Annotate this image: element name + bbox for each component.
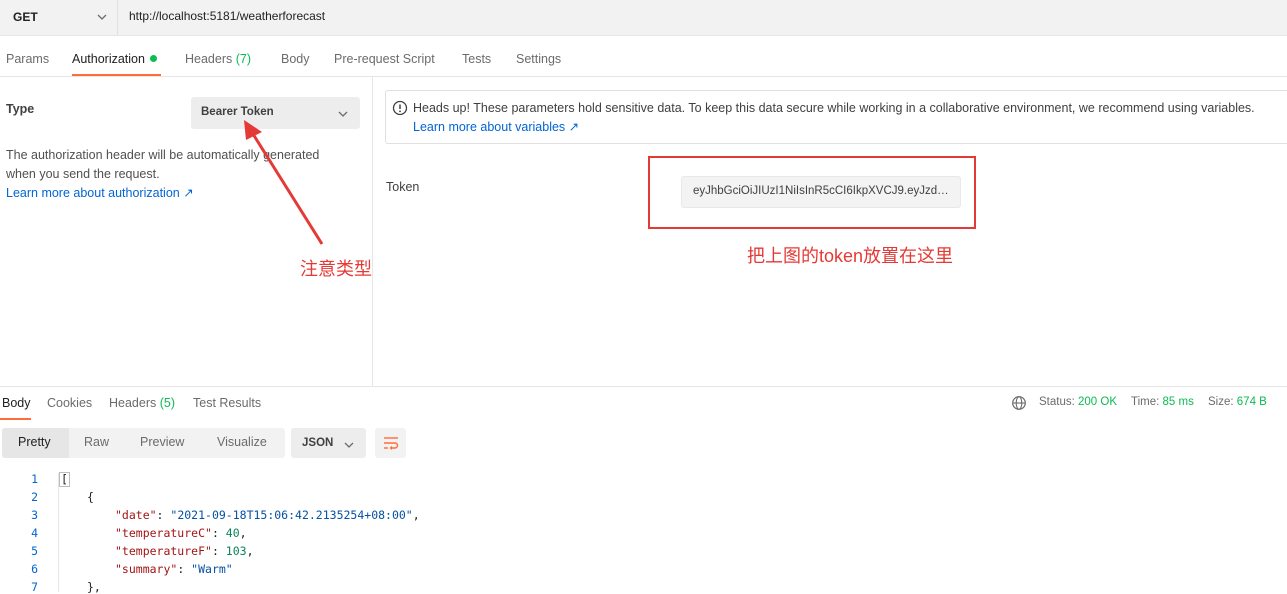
line-number: 5 <box>31 544 38 558</box>
response-tab-headers-label: Headers <box>109 396 157 410</box>
tab-settings[interactable]: Settings <box>516 52 561 66</box>
time-label: Time: <box>1131 396 1160 408</box>
method-label: GET <box>13 10 38 24</box>
response-tab-cookies[interactable]: Cookies <box>47 396 92 410</box>
format-tab-pretty[interactable]: Pretty <box>18 435 51 449</box>
json-format-select[interactable]: JSON <box>291 428 366 458</box>
status-label: Status: <box>1039 396 1075 408</box>
wrap-lines-icon <box>383 436 399 455</box>
response-status: Status: 200 OK <box>1039 396 1117 408</box>
response-tab-body[interactable]: Body <box>2 396 31 410</box>
chevron-down-icon <box>96 10 108 28</box>
code-key: "date" <box>115 508 157 522</box>
code-indent-guide <box>58 473 59 592</box>
format-tab-group: Pretty Raw Preview Visualize <box>2 428 285 458</box>
tab-headers-label: Headers <box>185 52 233 66</box>
divider <box>0 386 1287 387</box>
code-line-temperaturef: "temperatureF": 103, <box>115 544 254 558</box>
chevron-down-icon <box>343 438 355 456</box>
panel-divider <box>372 77 373 386</box>
status-value: 200 OK <box>1078 396 1118 408</box>
size-label: Size: <box>1208 396 1234 408</box>
code-string-value: "2021-09-18T15:06:42.2135254+08:00" <box>170 508 413 522</box>
line-number: 4 <box>31 526 38 540</box>
code-line-temperaturec: "temperatureC": 40, <box>115 526 247 540</box>
tab-body[interactable]: Body <box>281 52 310 66</box>
code-key: "summary" <box>115 562 178 576</box>
tab-params[interactable]: Params <box>6 52 49 66</box>
line-number: 6 <box>31 562 38 576</box>
learn-more-authorization-link[interactable]: Learn more about authorization ↗ <box>6 185 194 200</box>
status-dot-icon <box>149 55 157 62</box>
auth-type-label: Type <box>6 102 35 116</box>
tab-headers[interactable]: Headers (7) <box>185 52 251 66</box>
line-number: 1 <box>31 472 38 486</box>
size-value: 674 B <box>1236 396 1267 408</box>
arrow-annotation <box>244 120 324 245</box>
auth-type-select[interactable]: Bearer Token <box>191 97 360 129</box>
method-select[interactable]: GET <box>0 0 118 35</box>
tab-pre-request-script[interactable]: Pre-request Script <box>334 52 435 66</box>
code-line-date: "date": "2021-09-18T15:06:42.2135254+08:… <box>115 508 420 522</box>
format-tab-preview[interactable]: Preview <box>140 435 184 449</box>
response-tab-test-results[interactable]: Test Results <box>193 396 261 410</box>
format-tab-raw[interactable]: Raw <box>84 435 109 449</box>
annotation-type-note: 注意类型 <box>300 259 372 279</box>
active-response-tab-indicator <box>0 418 31 420</box>
annotation-token-note: 把上图的token放置在这里 <box>747 246 954 266</box>
format-tab-visualize[interactable]: Visualize <box>217 435 267 449</box>
tab-headers-count: (7) <box>235 52 252 66</box>
code-string-value: "Warm" <box>191 562 233 576</box>
response-headers-count: (5) <box>159 396 176 410</box>
token-label: Token <box>386 180 420 194</box>
line-number: 3 <box>31 508 38 522</box>
auth-type-value: Bearer Token <box>201 106 274 118</box>
json-format-label: JSON <box>302 437 334 449</box>
url-input[interactable]: http://localhost:5181/weatherforecast <box>129 9 325 23</box>
response-time: Time: 85 ms <box>1131 396 1194 408</box>
sensitive-data-notice: Heads up! These parameters hold sensitiv… <box>385 90 1287 144</box>
tab-tests[interactable]: Tests <box>462 52 491 66</box>
code-line-summary: "summary": "Warm" <box>115 562 233 576</box>
code-open-bracket: [ <box>59 472 70 487</box>
learn-more-variables-link[interactable]: Learn more about variables ↗ <box>413 119 579 134</box>
info-icon <box>392 100 408 121</box>
code-key: "temperatureF" <box>115 544 212 558</box>
tab-authorization[interactable]: Authorization <box>72 52 157 66</box>
time-value: 85 ms <box>1162 396 1194 408</box>
globe-icon[interactable] <box>1011 395 1027 416</box>
line-number: 2 <box>31 490 38 504</box>
divider <box>0 76 1287 77</box>
code-number-value: 40 <box>225 526 240 540</box>
code-open-brace: { <box>87 490 94 504</box>
auth-description: The authorization header will be automat… <box>6 148 320 181</box>
response-size: Size: 674 B <box>1208 396 1267 408</box>
annotation-highlight-box <box>648 156 976 229</box>
chevron-down-icon <box>337 107 349 125</box>
response-tab-headers[interactable]: Headers (5) <box>109 396 175 410</box>
wrap-lines-button[interactable] <box>375 428 406 458</box>
tab-authorization-label: Authorization <box>72 52 145 66</box>
notice-text: Heads up! These parameters hold sensitiv… <box>413 101 1255 115</box>
code-key: "temperatureC" <box>115 526 212 540</box>
code-number-value: 103 <box>225 544 247 558</box>
